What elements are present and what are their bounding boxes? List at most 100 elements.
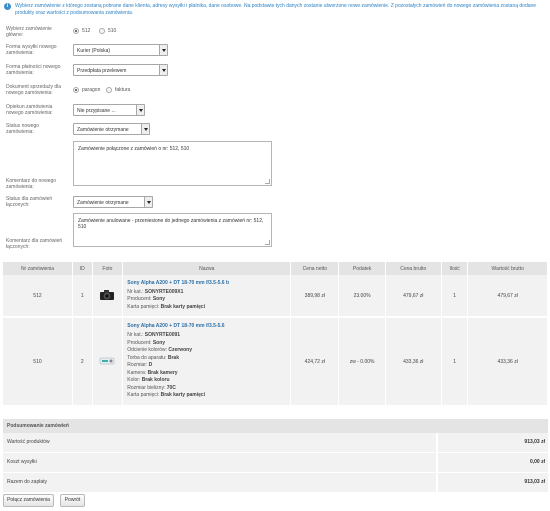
main-order-option-512: 512 xyxy=(82,28,91,34)
header-id: ID xyxy=(72,262,93,275)
cell-qty: 1 xyxy=(441,275,469,318)
header-qty: Ilość xyxy=(441,262,469,275)
header-net-price: Cena netto xyxy=(290,262,340,275)
orders-table: Nr zamówienia ID Foto Nazwa Cena netto P… xyxy=(3,262,548,407)
chevron-down-icon xyxy=(141,124,149,134)
product-attribute: Producent: Sony xyxy=(127,340,290,348)
main-order-radio-512[interactable] xyxy=(73,28,79,34)
status-merged-select-value: Zamówienie otrzymane xyxy=(77,200,129,206)
attribute-key: Karta pamięci: xyxy=(127,303,161,310)
attribute-value: Sony xyxy=(152,296,166,303)
product-photo-icon[interactable] xyxy=(99,355,115,367)
attribute-key: Kolor: xyxy=(127,377,142,384)
attribute-value: Sony xyxy=(152,339,166,346)
sales-doc-radio-faktura[interactable] xyxy=(106,87,112,93)
attribute-key: Rozmiar: xyxy=(127,362,149,369)
header-name: Nazwa xyxy=(122,262,292,275)
attribute-key: Nr kat.: xyxy=(127,288,145,295)
cell-tax: 23.00% xyxy=(338,275,386,318)
table-header-row: Nr zamówienia ID Foto Nazwa Cena netto P… xyxy=(3,262,548,275)
back-button[interactable]: Powrót xyxy=(60,494,85,507)
attribute-key: Nr kat.: xyxy=(127,332,145,339)
product-attribute: Kolor: Brak koloru xyxy=(127,377,290,385)
attribute-key: Torba do aparatu: xyxy=(127,354,168,361)
shipping-select[interactable]: Kurier (Polska) xyxy=(73,44,168,56)
comment-new-label: Komentarz do nowego zamówienia: xyxy=(6,178,57,190)
header-photo: Foto xyxy=(92,262,124,275)
comment-merged-textarea[interactable]: Zamówienie anulowane - przeniesione do j… xyxy=(73,213,272,247)
summary-value: 913,03 zł xyxy=(438,473,548,492)
cell-photo xyxy=(92,317,124,407)
attribute-value: Brak xyxy=(167,354,179,361)
attribute-value: D xyxy=(148,362,153,369)
chevron-down-icon xyxy=(144,197,152,207)
chevron-down-icon xyxy=(136,105,144,115)
sales-doc-radio-paragon[interactable] xyxy=(73,87,79,93)
product-attribute: Karta pamięci: Brak karty pamięci xyxy=(127,304,290,312)
product-attribute: Karta pamięci: Brak karty pamięci xyxy=(127,392,290,400)
product-name[interactable]: Sony Alpha A200 + DT 18-70 mm f/3.5-5.6 … xyxy=(127,280,290,286)
attribute-value: Brak kamery xyxy=(147,369,178,376)
attribute-value: 70C xyxy=(166,384,176,391)
info-banner: i Wybierz zamówienie z którego zostaną p… xyxy=(4,3,544,16)
info-text: Wybierz zamówienie z którego zostaną pob… xyxy=(15,3,537,16)
cell-qty: 1 xyxy=(441,317,469,407)
sales-doc-label: Dokument sprzedaży dla nowego zamówienia… xyxy=(6,84,62,96)
status-new-select[interactable]: Zamówienie otrzymane xyxy=(73,123,150,135)
cell-order-no: 512 xyxy=(3,275,73,318)
order-summary: Podsumowanie zamówień Wartość produktów … xyxy=(3,419,548,493)
cell-total: 433,36 zł xyxy=(467,317,548,407)
payment-select[interactable]: Przedpłata przelewem xyxy=(73,64,168,76)
cell-photo xyxy=(92,275,124,318)
status-merged-select[interactable]: Zamówienie otrzymane xyxy=(73,196,153,208)
attribute-key: Producent: xyxy=(127,339,153,346)
cell-product: Sony Alpha A200 + DT 18-70 mm f/3.5-5.6 … xyxy=(122,317,292,407)
status-new-label: Status nowego zamówienia: xyxy=(6,123,40,135)
attribute-value: Brak karty pamięci xyxy=(160,392,206,399)
merge-orders-button[interactable]: Połącz zamówienia xyxy=(3,494,54,507)
cell-product: Sony Alpha A200 + DT 18-70 mm f/3.5-5.6 … xyxy=(122,275,292,318)
header-order-no: Nr zamówienia xyxy=(3,262,73,275)
comment-merged-text: Zamówienie anulowane - przeniesione do j… xyxy=(78,218,264,230)
attribute-key: Producent: xyxy=(127,296,153,303)
sales-doc-option-faktura: faktura xyxy=(115,87,131,93)
cell-net: 424,72 zł xyxy=(290,317,340,407)
product-attribute: Nr kat.: SONYRTE009X1 xyxy=(127,289,290,297)
main-order-radio-510[interactable] xyxy=(99,28,105,34)
payment-select-value: Przedpłata przelewem xyxy=(77,68,127,74)
header-total: Wartość brutto xyxy=(467,262,548,275)
attribute-key: Rozmiar bielizny: xyxy=(127,384,167,391)
resize-grip-icon[interactable] xyxy=(265,179,270,184)
header-tax: Podatek xyxy=(338,262,386,275)
product-name[interactable]: Sony Alpha A200 + DT 18-70 mm f/3.5-5.6 xyxy=(127,323,290,329)
summary-value: 913,03 zł xyxy=(438,433,548,452)
attribute-value: SONYRTE0091 xyxy=(144,332,181,339)
chevron-down-icon xyxy=(159,45,167,55)
shipping-select-value: Kurier (Polska) xyxy=(77,48,111,54)
summary-row: Razem do zapłaty 913,03 zł xyxy=(3,473,548,493)
product-attribute: Rozmiar bielizny: 70C xyxy=(127,385,290,393)
cell-net: 389,98 zł xyxy=(290,275,340,318)
table-row: 510 2 Sony Alpha A200 + DT 18-70 mm f/3.… xyxy=(3,317,548,407)
status-new-select-value: Zamówienie otrzymane xyxy=(77,127,129,133)
attribute-key: Kamera: xyxy=(127,369,148,376)
cell-total: 479,67 zł xyxy=(467,275,548,318)
cell-id: 1 xyxy=(72,275,93,318)
camera-photo-icon[interactable] xyxy=(99,289,115,301)
caretaker-select[interactable]: Nie przypisane ... xyxy=(73,104,145,116)
product-attribute: Nr kat.: SONYRTE0091 xyxy=(127,332,290,340)
resize-grip-icon[interactable] xyxy=(265,240,270,245)
table-row: 512 1 Sony Alpha A200 + DT 18-70 mm f/3.… xyxy=(3,275,548,318)
attribute-value: Czerwony xyxy=(168,347,193,354)
cell-tax: zw - 0.00% xyxy=(338,317,386,407)
attribute-value: SONYRTE009X1 xyxy=(144,288,184,295)
attribute-value: Brak karty pamięci xyxy=(160,303,206,310)
attribute-value: Brak koloru xyxy=(141,377,170,384)
product-attribute: Torba do aparatu: Brak xyxy=(127,355,290,363)
summary-value: 0,00 zł xyxy=(438,453,548,472)
attribute-key: Karta pamięci: xyxy=(127,392,161,399)
caretaker-label: Opiekun zamówienia nowego zamówienia: xyxy=(6,104,53,116)
status-merged-label: Status dla zamówień łączonych: xyxy=(6,196,53,208)
comment-new-textarea[interactable]: Zamówienie połączone z zamówień o nr: 51… xyxy=(73,141,272,186)
summary-label: Razem do zapłaty xyxy=(3,473,436,492)
